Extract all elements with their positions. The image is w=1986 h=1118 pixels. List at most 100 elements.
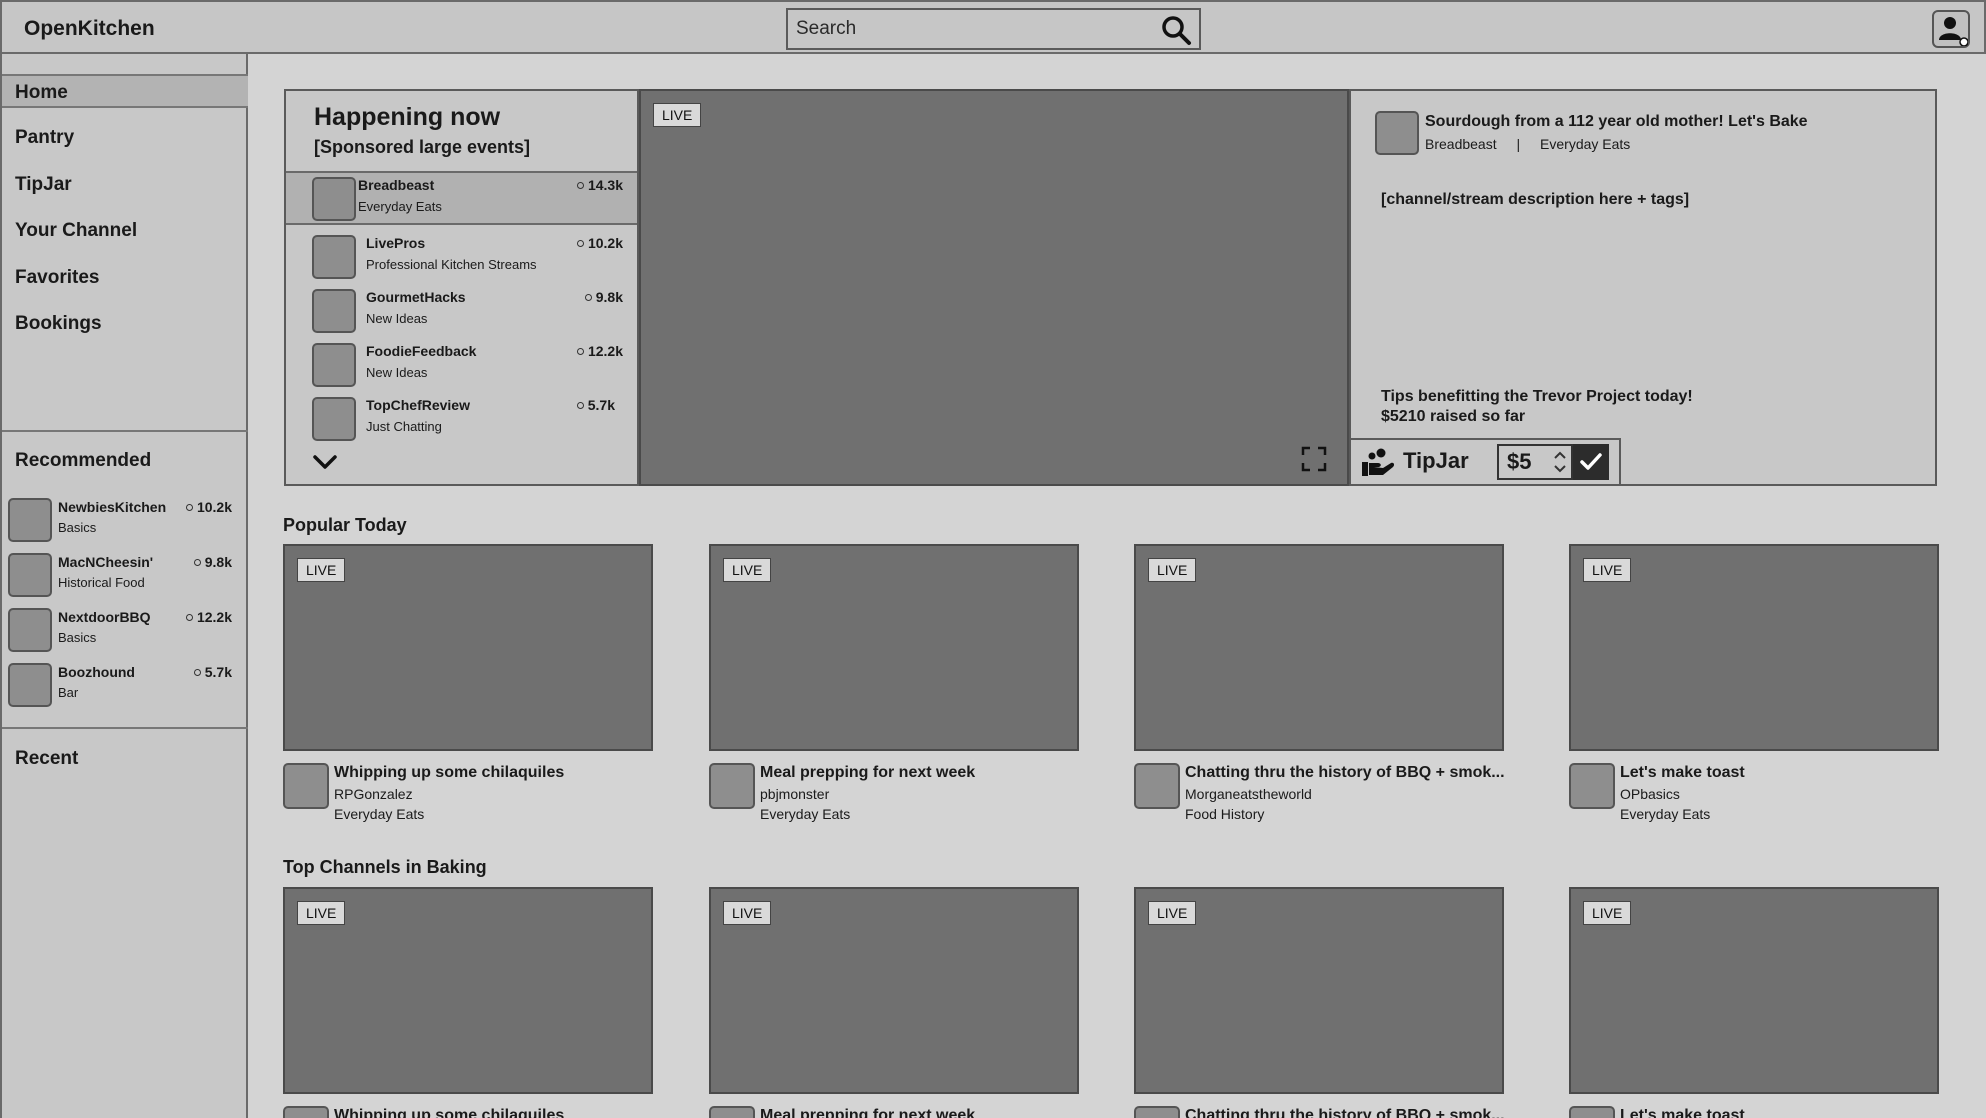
stream-thumbnail[interactable]: LIVE [283, 544, 653, 751]
search-icon[interactable] [1159, 13, 1193, 47]
stream-title[interactable]: Whipping up some chilaquiles [334, 764, 564, 782]
stream-thumbnail[interactable]: LIVE [1569, 887, 1939, 1094]
chevron-down-icon[interactable] [312, 453, 338, 471]
stream-title[interactable]: Let's make toast [1620, 1107, 1745, 1118]
live-badge: LIVE [297, 558, 346, 582]
stream-category-link[interactable]: Everyday Eats [1540, 136, 1630, 152]
tip-amount-value: $5 [1507, 449, 1532, 474]
stream-title[interactable]: Chatting thru the history of BBQ + smok.… [1185, 1107, 1505, 1118]
stream-title: Sourdough from a 112 year old mother! Le… [1425, 113, 1808, 130]
viewer-count: 10.2k [185, 499, 232, 515]
viewer-count: 14.3k [576, 177, 623, 193]
channel-avatar [312, 397, 356, 441]
recommended-item[interactable]: NewbiesKitchen Basics 10.2k [8, 498, 238, 546]
live-badge: LIVE [1148, 558, 1197, 582]
stream-category[interactable]: Everyday Eats [760, 806, 850, 822]
channel-avatar[interactable] [1569, 763, 1615, 809]
stream-title[interactable]: Meal prepping for next week [760, 1107, 975, 1118]
live-badge: LIVE [1148, 901, 1197, 925]
channel-category: New Ideas [366, 365, 428, 380]
channel-avatar[interactable] [1134, 763, 1180, 809]
recommended-item[interactable]: MacNCheesin' Historical Food 9.8k [8, 553, 238, 601]
stream-channel[interactable]: pbjmonster [760, 786, 829, 802]
channel-name: MacNCheesin' [58, 554, 154, 570]
viewer-dot-icon [576, 347, 584, 355]
recommended-item[interactable]: NextdoorBBQ Basics 12.2k [8, 608, 238, 656]
popular-today-heading: Popular Today [283, 515, 407, 535]
tips-info: Tips benefitting the Trevor Project toda… [1381, 387, 1693, 427]
checkmark-icon [1580, 453, 1602, 470]
stream-thumbnail[interactable]: LIVE [1569, 544, 1939, 751]
stream-category[interactable]: Everyday Eats [1620, 806, 1710, 822]
brand-logo[interactable]: OpenKitchen [24, 17, 155, 41]
tip-hand-icon [1362, 448, 1395, 476]
stream-category[interactable]: Food History [1185, 806, 1264, 822]
channel-avatar[interactable] [1134, 1106, 1180, 1118]
stream-thumbnail[interactable]: LIVE [709, 544, 1079, 751]
happening-item[interactable]: Breadbeast Everyday Eats 14.3k [286, 171, 637, 225]
channel-avatar [8, 553, 52, 597]
happening-item[interactable]: FoodieFeedback New Ideas 12.2k [286, 339, 637, 393]
stream-channel[interactable]: Morganeatstheworld [1185, 786, 1312, 802]
stream-thumbnail[interactable]: LIVE [1134, 544, 1504, 751]
happening-item[interactable]: LivePros Professional Kitchen Streams 10… [286, 231, 637, 285]
viewer-dot-icon [584, 293, 592, 301]
sidebar: Home Pantry TipJar Your Channel Favorite… [0, 54, 248, 1118]
stream-title[interactable]: Chatting thru the history of BBQ + smok.… [1185, 764, 1505, 782]
stream-title[interactable]: Let's make toast [1620, 764, 1745, 782]
stream-description: [channel/stream description here + tags] [1381, 191, 1690, 208]
stepper-arrows-icon[interactable] [1553, 450, 1567, 474]
channel-avatar[interactable] [709, 1106, 755, 1118]
channel-category: New Ideas [366, 311, 428, 326]
stream-channel-link[interactable]: Breadbeast [1425, 136, 1497, 152]
channel-name: LivePros [366, 235, 426, 251]
live-badge: LIVE [723, 558, 772, 582]
meta-separator: | [1516, 136, 1521, 152]
channel-name: NextdoorBBQ [58, 609, 151, 625]
channel-avatar [312, 343, 356, 387]
search-box [786, 8, 1201, 50]
user-avatar-button[interactable] [1932, 10, 1970, 48]
sidebar-item-favorites[interactable]: Favorites [2, 261, 248, 295]
channel-avatar[interactable] [283, 763, 329, 809]
sidebar-item-your-channel[interactable]: Your Channel [2, 214, 248, 248]
top-baking-heading: Top Channels in Baking [283, 857, 487, 877]
sidebar-item-home[interactable]: Home [2, 74, 248, 108]
sidebar-item-bookings[interactable]: Bookings [2, 307, 248, 341]
viewer-count: 5.7k [576, 397, 615, 413]
channel-avatar[interactable] [1375, 111, 1419, 155]
stream-thumbnail[interactable]: LIVE [1134, 887, 1504, 1094]
channel-avatar[interactable] [709, 763, 755, 809]
viewer-count: 12.2k [576, 343, 623, 359]
confirm-tip-button[interactable] [1573, 444, 1609, 480]
stream-title[interactable]: Whipping up some chilaquiles [334, 1107, 564, 1118]
viewer-dot-icon [193, 668, 201, 676]
channel-avatar[interactable] [283, 1106, 329, 1118]
stream-thumbnail[interactable]: LIVE [283, 887, 653, 1094]
happening-item[interactable]: TopChefReview Just Chatting 5.7k [286, 393, 637, 447]
stream-title[interactable]: Meal prepping for next week [760, 764, 975, 782]
stream-channel[interactable]: RPGonzalez [334, 786, 413, 802]
channel-avatar[interactable] [1569, 1106, 1615, 1118]
happening-item[interactable]: GourmetHacks New Ideas 9.8k [286, 285, 637, 339]
sidebar-item-tipjar[interactable]: TipJar [2, 168, 248, 202]
viewer-count: 9.8k [584, 289, 623, 305]
tipjar-widget: TipJar $5 [1351, 438, 1621, 484]
channel-name: Boozhound [58, 664, 135, 680]
stream-thumbnail[interactable]: LIVE [709, 887, 1079, 1094]
fullscreen-icon[interactable] [1301, 446, 1327, 472]
sidebar-divider [2, 430, 248, 432]
main-video-player[interactable]: LIVE [639, 89, 1349, 486]
stream-category[interactable]: Everyday Eats [334, 806, 424, 822]
channel-name: GourmetHacks [366, 289, 466, 305]
recommended-item[interactable]: Boozhound Bar 5.7k [8, 663, 238, 711]
stream-channel[interactable]: OPbasics [1620, 786, 1680, 802]
search-input[interactable] [796, 16, 1136, 42]
channel-name: TopChefReview [366, 397, 470, 413]
viewer-count: 9.8k [193, 554, 232, 570]
channel-name: NewbiesKitchen [58, 499, 167, 515]
live-badge: LIVE [1583, 558, 1632, 582]
live-badge: LIVE [653, 103, 702, 127]
sidebar-item-pantry[interactable]: Pantry [2, 121, 248, 155]
tip-amount-stepper[interactable]: $5 [1497, 444, 1573, 480]
